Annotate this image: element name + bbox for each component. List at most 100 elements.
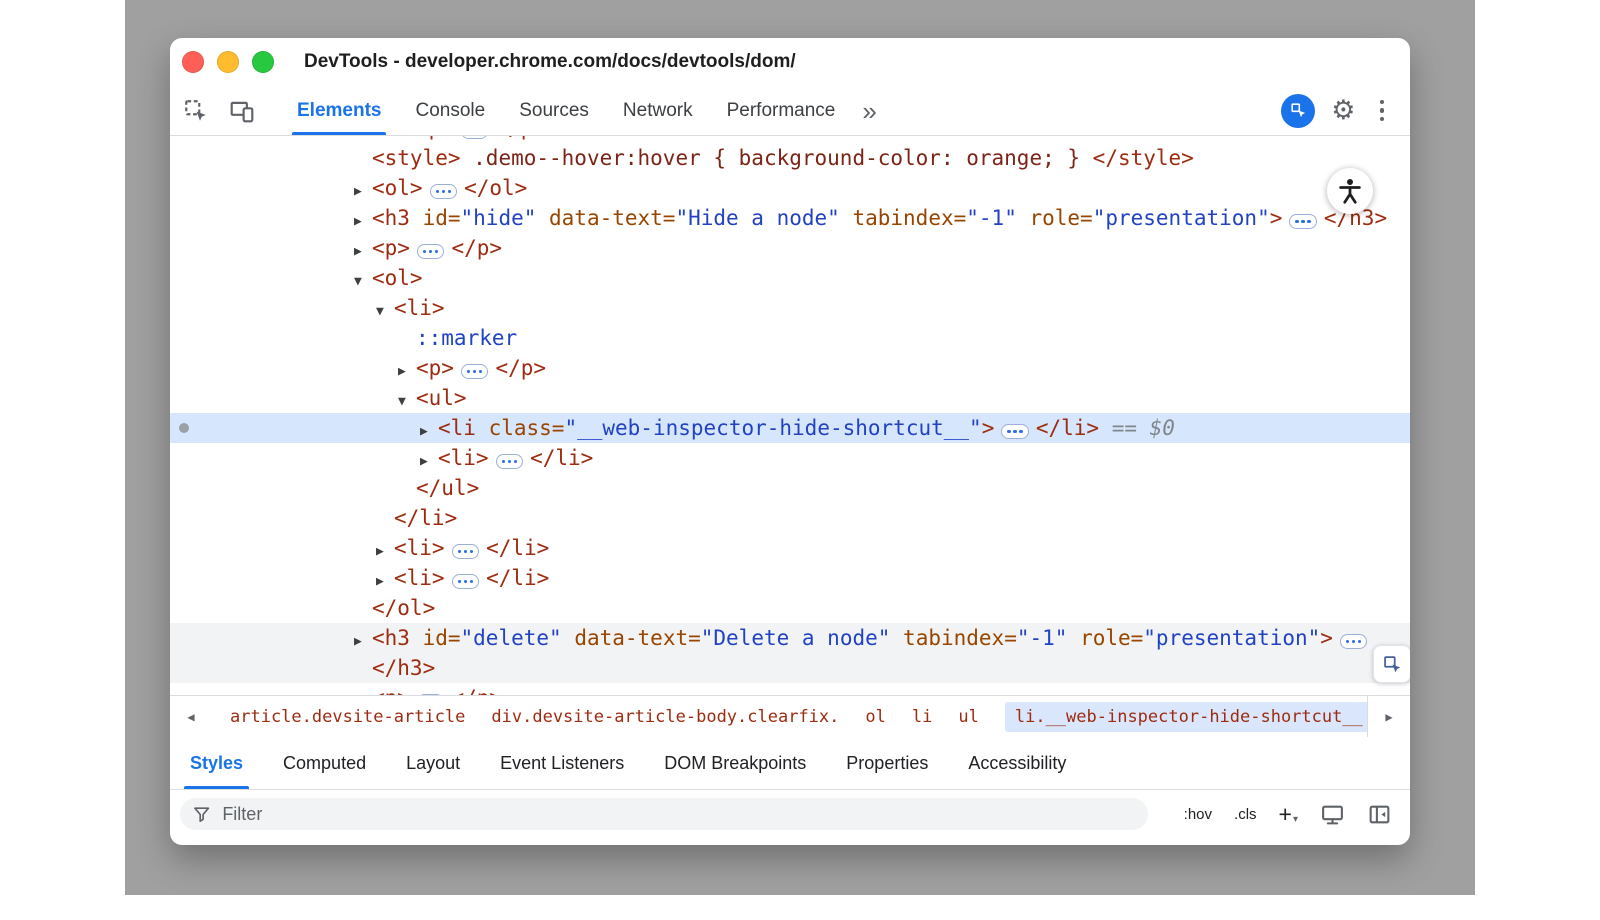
tab-properties[interactable]: Properties — [826, 737, 948, 789]
expand-children-button[interactable] — [1340, 634, 1368, 649]
settings-gear-icon[interactable]: ⚙ — [1331, 97, 1355, 124]
dom-tree-row[interactable]: </ol> — [170, 593, 1410, 623]
code-attribute-value: "presentation" — [1143, 626, 1320, 650]
dom-tree-row[interactable]: ▶<p></p> — [170, 233, 1410, 263]
code-attribute-value: "-1" — [1017, 626, 1068, 650]
sidebar-toggle-icon[interactable] — [1367, 802, 1392, 827]
kebab-menu-icon[interactable] — [1372, 96, 1393, 126]
tab-styles[interactable]: Styles — [170, 737, 263, 789]
element-classes-button[interactable]: .cls — [1234, 806, 1257, 823]
tab-accessibility[interactable]: Accessibility — [948, 737, 1086, 789]
code-attribute-value: "presentation" — [1093, 206, 1270, 230]
dom-tree-row[interactable]: ▶<li></li> — [170, 563, 1410, 593]
dom-tree-row[interactable]: ▶<h3 id="hide" data-text="Hide a node" t… — [170, 203, 1410, 233]
dom-tree-row[interactable]: ▶<h3 id="delete" data-text="Delete a nod… — [170, 623, 1410, 653]
expand-children-button[interactable] — [461, 364, 489, 379]
tab-computed[interactable]: Computed — [263, 737, 386, 789]
tab-dom-breakpoints[interactable]: DOM Breakpoints — [644, 737, 826, 789]
code-tag: </p> — [495, 356, 546, 380]
code-attribute-name: data-text= — [536, 206, 675, 230]
expand-children-button[interactable] — [417, 244, 445, 259]
dom-tree-row[interactable]: ▶<p></p> — [170, 353, 1410, 383]
toggle-element-state-button[interactable]: :hov — [1184, 806, 1212, 823]
code-tag: <li> — [394, 536, 445, 560]
dom-tree-row[interactable]: <style> .demo--hover:hover { background-… — [170, 143, 1410, 173]
code-tag: <li> — [394, 296, 445, 320]
tab-event-listeners[interactable]: Event Listeners — [480, 737, 644, 789]
code-attribute-name: tabindex= — [840, 206, 966, 230]
disclosure-collapsed-icon[interactable]: ▶ — [354, 687, 372, 695]
code-attribute-value: "hide" — [461, 206, 537, 230]
dom-tree-row[interactable]: ▶<li></li> — [170, 533, 1410, 563]
dom-tree-row[interactable]: ::marker — [170, 323, 1410, 353]
dom-tree-row[interactable]: ▼<ol> — [170, 263, 1410, 293]
dom-tree: ▶<p></p><style> .demo--hover:hover { bac… — [170, 136, 1410, 695]
inspect-mode-active-button[interactable] — [1281, 94, 1315, 128]
minimize-window-button[interactable] — [217, 51, 239, 73]
code-tag: </ul> — [416, 476, 479, 500]
dom-tree-row[interactable]: ▶<p></p> — [170, 136, 1410, 143]
dom-tree-row-selected[interactable]: ▶<li class="__web-inspector-hide-shortcu… — [170, 413, 1410, 443]
dom-tree-row[interactable]: </li> — [170, 503, 1410, 533]
code-attribute-value: "Hide a node" — [675, 206, 839, 230]
dom-tree-row[interactable]: ▶<li></li> — [170, 443, 1410, 473]
expand-children-button[interactable] — [1289, 214, 1317, 229]
code-tag: <h3 — [372, 626, 410, 650]
cursor-square-icon — [1382, 654, 1403, 675]
code-meta: == — [1099, 416, 1150, 440]
expand-children-button[interactable] — [1001, 424, 1029, 439]
breadcrumb-item[interactable]: div.devsite-article-body.clearfix. — [491, 707, 839, 727]
code-attribute-value: "-1" — [966, 206, 1017, 230]
code-attribute-name: id= — [410, 626, 461, 650]
dom-tree-row[interactable]: ▼<li> — [170, 293, 1410, 323]
breadcrumb-item-selected[interactable]: li.__web-inspector-hide-shortcut__ — [1005, 702, 1367, 732]
code-tag: </li> — [530, 446, 593, 470]
close-window-button[interactable] — [182, 51, 204, 73]
inspect-floating-button[interactable] — [1373, 645, 1410, 683]
expand-children-button[interactable] — [461, 136, 489, 139]
tab-network[interactable]: Network — [606, 86, 710, 135]
breadcrumb-item[interactable]: li — [912, 707, 932, 727]
tab-console[interactable]: Console — [398, 86, 502, 135]
expand-children-button[interactable] — [496, 454, 524, 469]
dom-tree-row[interactable]: ▶<ol></ol> — [170, 173, 1410, 203]
code-attribute-name: id= — [410, 206, 461, 230]
tab-sources[interactable]: Sources — [502, 86, 606, 135]
dom-tree-row[interactable]: </ul> — [170, 473, 1410, 503]
new-style-rule-button[interactable]: +▾ — [1279, 803, 1298, 826]
breadcrumb-item[interactable]: article.devsite-article — [230, 707, 465, 727]
breadcrumb-item[interactable]: ol — [865, 707, 885, 727]
breadcrumb-scroll-left-button[interactable]: ◀ — [170, 696, 212, 737]
tab-elements[interactable]: Elements — [280, 86, 398, 135]
dom-tree-row[interactable]: ▶<p></p> — [170, 683, 1410, 695]
rendering-emulations-icon[interactable] — [1320, 802, 1345, 827]
code-tag: </ol> — [464, 176, 527, 200]
more-tabs-chevron[interactable]: » — [852, 98, 886, 124]
styles-filter-input[interactable] — [220, 803, 1136, 826]
devtools-toolbar: ElementsConsoleSourcesNetworkPerformance… — [170, 86, 1410, 136]
inspect-element-icon[interactable] — [176, 91, 216, 131]
breadcrumb-item[interactable]: ul — [958, 707, 978, 727]
expand-children-button[interactable] — [430, 184, 458, 199]
breadcrumb: article.devsite-article div.devsite-artic… — [212, 702, 1367, 732]
window-title: DevTools - developer.chrome.com/docs/dev… — [304, 51, 796, 73]
code-attribute-name: class= — [476, 416, 565, 440]
tab-layout[interactable]: Layout — [386, 737, 480, 789]
toolbar-right-controls: ⚙ — [1281, 94, 1410, 128]
code-dollar-zero: $0 — [1150, 416, 1175, 440]
maximize-window-button[interactable] — [252, 51, 274, 73]
tab-performance[interactable]: Performance — [710, 86, 853, 135]
code-tag: <li> — [394, 566, 445, 590]
expand-children-button[interactable] — [452, 544, 480, 559]
expand-children-button[interactable] — [452, 574, 480, 589]
accessibility-floating-button[interactable] — [1327, 168, 1373, 214]
code-attribute-name: data-text= — [562, 626, 701, 650]
breadcrumb-scroll-right-button[interactable]: ▶ — [1367, 696, 1410, 737]
device-toolbar-icon[interactable] — [222, 91, 262, 131]
dom-tree-row[interactable]: </h3> — [170, 653, 1410, 683]
code-tag: </li> — [1036, 416, 1099, 440]
code-tag: </li> — [486, 566, 549, 590]
toolbar-tabs: ElementsConsoleSourcesNetworkPerformance — [280, 86, 852, 135]
code-tag: > — [1320, 626, 1333, 650]
dom-tree-row[interactable]: ▼<ul> — [170, 383, 1410, 413]
